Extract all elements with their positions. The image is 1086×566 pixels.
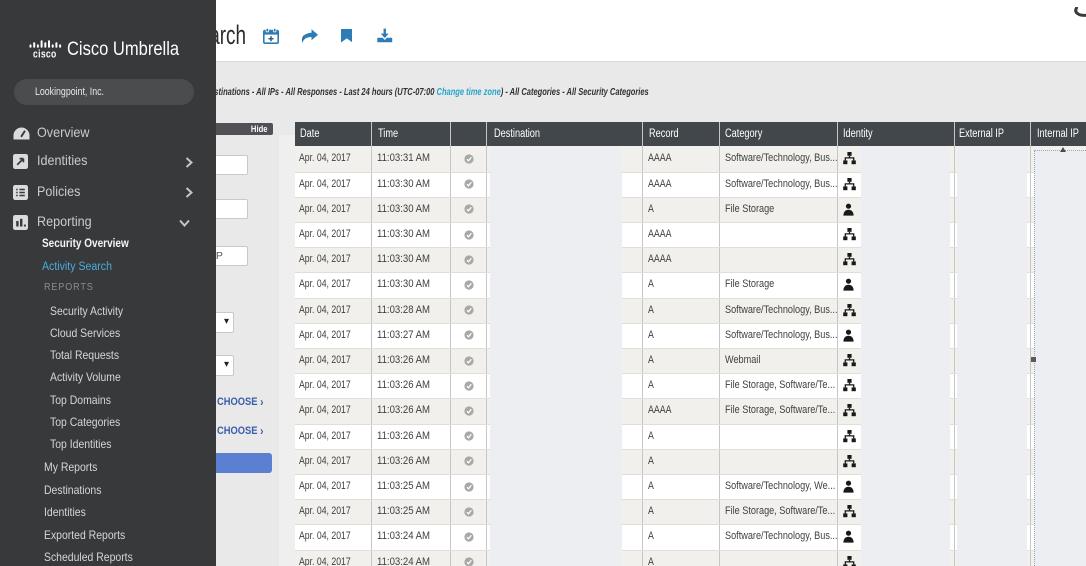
svg-text:cisco: cisco — [33, 48, 56, 58]
